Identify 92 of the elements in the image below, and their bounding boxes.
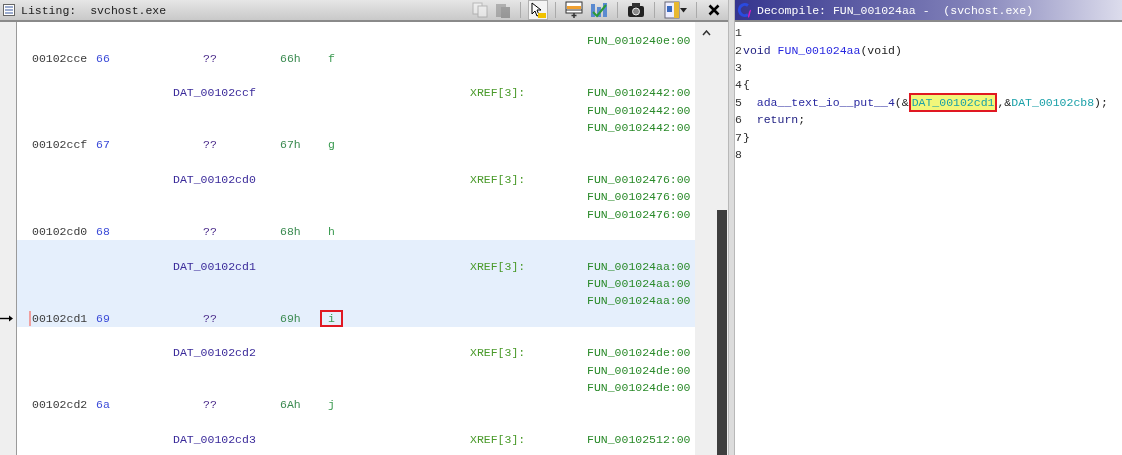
up-caret-icon bbox=[701, 30, 711, 36]
xref-link[interactable]: FUN_001024aa:00 bbox=[587, 259, 691, 273]
hex-value: 69h bbox=[280, 311, 302, 325]
hex-value: 66h bbox=[280, 51, 302, 65]
code-text: { bbox=[743, 77, 750, 93]
close-icon bbox=[708, 4, 720, 16]
mnemonic: ?? bbox=[203, 224, 218, 238]
data-label[interactable]: DAT_00102cd2 bbox=[173, 346, 470, 360]
layout-button[interactable] bbox=[662, 0, 689, 20]
xref-link[interactable]: FUN_00102442:00 bbox=[587, 103, 691, 117]
hex-value: 67h bbox=[280, 138, 302, 152]
byte-value: 6a bbox=[96, 398, 111, 412]
cursor-arrow-icon bbox=[0, 314, 13, 322]
data-label[interactable]: DAT_00102cd0 bbox=[173, 172, 470, 186]
data-label[interactable]: DAT_00102ccf bbox=[173, 86, 470, 100]
xref-link[interactable]: FUN_00102442:00 bbox=[587, 86, 691, 100]
hex-value: 6Ah bbox=[280, 398, 302, 412]
line-number: 3 bbox=[735, 60, 743, 74]
xref-link[interactable]: FUN_00102476:00 bbox=[587, 172, 691, 186]
code-text: (& bbox=[894, 94, 909, 110]
keyword: void bbox=[743, 42, 771, 58]
snapshot-button[interactable] bbox=[625, 0, 647, 20]
char-value: g bbox=[327, 137, 336, 154]
xref-link[interactable]: FUN_001024de:00 bbox=[587, 346, 691, 360]
panel-title: Listing: bbox=[21, 3, 77, 17]
split-handle[interactable] bbox=[728, 0, 735, 455]
xref-link[interactable]: FUN_00102476:00 bbox=[587, 207, 691, 221]
byte-value: 69 bbox=[96, 311, 111, 325]
xref-label: XREF[3]: bbox=[470, 86, 527, 100]
pointer-icon bbox=[530, 2, 546, 18]
chart-icon bbox=[590, 1, 608, 19]
table-button[interactable] bbox=[563, 0, 585, 20]
address: 00102cd2 bbox=[32, 398, 89, 412]
line-number: 2 bbox=[735, 43, 743, 57]
address: 00102ccf bbox=[32, 138, 89, 152]
xref-link[interactable]: FUN_0010240e:00 bbox=[587, 34, 691, 48]
line-number: 5 bbox=[735, 95, 743, 109]
xref-link[interactable]: FUN_001024de:00 bbox=[587, 363, 691, 377]
char-value: j bbox=[327, 397, 336, 414]
address: 00102cce bbox=[32, 51, 89, 65]
page-icon bbox=[664, 1, 680, 19]
xref-link[interactable]: FUN_00102512:00 bbox=[587, 433, 691, 447]
pointer-button[interactable] bbox=[528, 0, 548, 20]
byte-value: 66 bbox=[96, 51, 111, 65]
code-text: ); bbox=[1094, 94, 1108, 110]
byte-value: 68 bbox=[96, 224, 111, 238]
data-reference[interactable]: DAT_00102cb8 bbox=[1011, 94, 1095, 110]
line-number: 8 bbox=[735, 147, 743, 161]
listing-icon bbox=[3, 4, 15, 16]
data-reference[interactable]: DAT_00102cd1 bbox=[908, 92, 998, 112]
scrollbar[interactable] bbox=[695, 22, 717, 455]
xref-label: XREF[3]: bbox=[470, 172, 527, 186]
line-number: 1 bbox=[735, 26, 743, 40]
code-text: } bbox=[743, 129, 750, 145]
mnemonic: ?? bbox=[203, 398, 218, 412]
paste-icon bbox=[495, 2, 511, 18]
byte-value: 67 bbox=[96, 138, 111, 152]
xref-link[interactable]: FUN_001024aa:00 bbox=[587, 277, 691, 290]
char-value: f bbox=[327, 50, 336, 67]
keyword: return bbox=[755, 112, 799, 128]
mnemonic: ?? bbox=[203, 311, 218, 325]
data-label[interactable]: DAT_00102cd3 bbox=[173, 433, 470, 447]
caret-icon bbox=[680, 7, 687, 13]
address: 00102cd1 bbox=[32, 311, 89, 325]
char-value: i bbox=[320, 309, 343, 327]
mnemonic: ?? bbox=[203, 51, 218, 65]
hex-value: 68h bbox=[280, 224, 302, 238]
xref-label: XREF[3]: bbox=[470, 346, 527, 360]
function-call[interactable]: ada__text_io__put__4 bbox=[743, 94, 895, 110]
line-number: 6 bbox=[735, 113, 743, 127]
code-text: ,& bbox=[997, 94, 1012, 110]
decompiler-icon bbox=[737, 2, 753, 18]
address: 00102cd0 bbox=[32, 224, 89, 238]
line-number: 7 bbox=[735, 130, 743, 144]
xref-link[interactable]: FUN_00102476:00 bbox=[587, 190, 691, 204]
mnemonic: ?? bbox=[203, 138, 218, 152]
line-number: 4 bbox=[735, 78, 743, 92]
data-label[interactable]: DAT_00102cd1 bbox=[173, 259, 470, 273]
char-value: h bbox=[327, 223, 336, 240]
table-icon bbox=[565, 1, 583, 19]
xref-link[interactable]: FUN_001024aa:00 bbox=[587, 294, 691, 308]
xref-label: XREF[3]: bbox=[470, 259, 527, 273]
copy-icon bbox=[472, 2, 488, 18]
function-name[interactable]: FUN_001024aa bbox=[777, 42, 861, 58]
xref-link[interactable]: FUN_00102442:00 bbox=[587, 120, 691, 134]
panel-title: Decompile: FUN_001024aa - (svchost.exe) bbox=[757, 3, 1034, 17]
program-name: svchost.exe bbox=[90, 3, 167, 17]
xref-label: XREF[3]: bbox=[470, 433, 527, 447]
overview-thumb[interactable] bbox=[717, 210, 727, 455]
code-text: (void) bbox=[860, 42, 902, 58]
xref-link[interactable]: FUN_001024de:00 bbox=[587, 381, 691, 395]
code-text: ; bbox=[798, 112, 806, 128]
